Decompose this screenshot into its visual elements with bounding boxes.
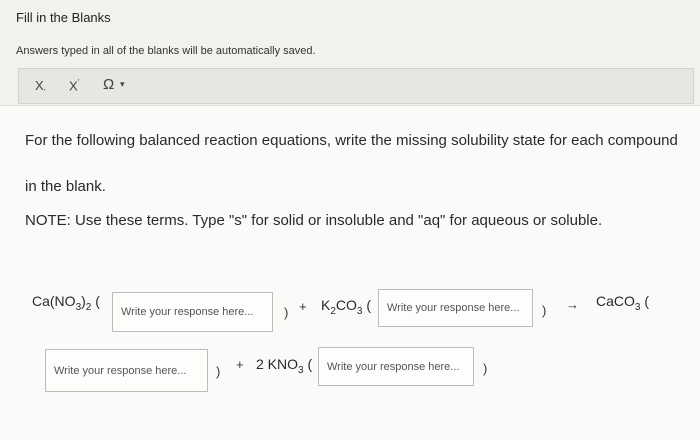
reactant-k2co3: K2CO3 (	[321, 297, 372, 317]
blank-4-input[interactable]	[318, 347, 474, 386]
plus-sign: +	[299, 299, 307, 314]
superscript-button[interactable]: X'	[69, 78, 79, 93]
blank-2-input[interactable]	[378, 289, 533, 327]
question-line-1: For the following balanced reaction equa…	[25, 132, 678, 149]
plus-sign: +	[236, 357, 244, 372]
close-paren: )	[542, 303, 547, 318]
question-body: For the following balanced reaction equa…	[0, 105, 700, 440]
formatting-toolbar: X, X' Ω ▾	[18, 68, 694, 104]
close-paren: )	[483, 361, 488, 376]
reactant-ca-no3-2: Ca(NO3)2 (	[32, 293, 100, 313]
close-paren: )	[216, 364, 221, 379]
chevron-down-icon[interactable]: ▾	[120, 79, 125, 90]
question-note: NOTE: Use these terms. Type "s" for soli…	[25, 212, 603, 229]
product-caco3: CaCO3 (	[596, 293, 650, 313]
special-characters-button[interactable]: Ω	[103, 76, 114, 93]
arrow-icon: →	[566, 297, 579, 312]
autosave-note: Answers typed in all of the blanks will …	[16, 45, 316, 57]
page-title: Fill in the Blanks	[16, 10, 111, 25]
close-paren: )	[284, 305, 289, 320]
subscript-button[interactable]: X,	[35, 78, 46, 93]
blank-3-input[interactable]	[45, 349, 208, 392]
blank-1-input[interactable]	[112, 292, 273, 332]
question-line-2: in the blank.	[25, 178, 106, 195]
product-kno3: 2 KNO3 (	[256, 356, 313, 376]
